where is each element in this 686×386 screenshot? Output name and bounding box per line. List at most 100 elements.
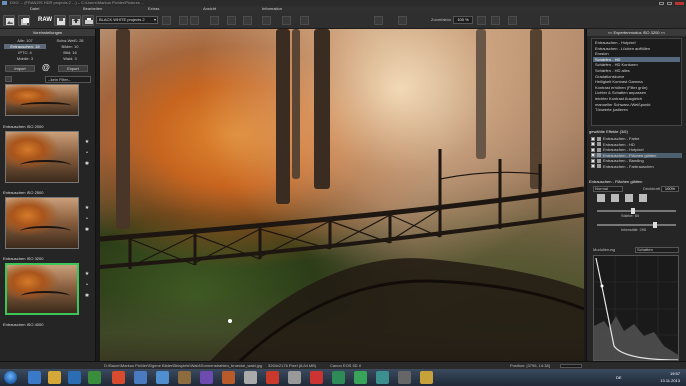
- checkbox[interactable]: [591, 142, 595, 147]
- import-button[interactable]: Import: [5, 65, 35, 72]
- raw-button[interactable]: RAW: [38, 15, 52, 26]
- maximize-icon[interactable]: [667, 1, 672, 5]
- undo-button[interactable]: [300, 16, 309, 25]
- rotate-right-button[interactable]: [262, 16, 271, 25]
- opacity-input[interactable]: 100%: [661, 186, 679, 192]
- app-icon[interactable]: [178, 371, 191, 384]
- excel-icon[interactable]: [332, 371, 345, 384]
- expert-mode-header[interactable]: << Expertenmodus ISO 3200 <<: [587, 29, 686, 36]
- open-bracket-button[interactable]: [18, 15, 30, 26]
- preset-item[interactable]: Entrauschen ISO 2000 ★ • ✱: [0, 124, 95, 190]
- eraser-icon[interactable]: [625, 194, 633, 202]
- app-icon[interactable]: [222, 371, 235, 384]
- category-all[interactable]: Alle: 107: [4, 38, 46, 43]
- minimize-icon[interactable]: [659, 1, 664, 5]
- app-icon[interactable]: [288, 371, 301, 384]
- export-presets-button[interactable]: Export: [58, 65, 88, 72]
- start-button[interactable]: [4, 371, 17, 384]
- brush-icon[interactable]: [611, 194, 619, 202]
- app-icon[interactable]: [244, 371, 257, 384]
- modulation-curve[interactable]: [593, 255, 679, 361]
- info-icon[interactable]: •: [86, 283, 88, 288]
- open-image-button[interactable]: [3, 15, 15, 26]
- category-iptc[interactable]: IPTC: 4: [4, 50, 46, 55]
- chrome-icon[interactable]: [112, 371, 125, 384]
- intensity-slider[interactable]: Intensität: 295: [591, 219, 682, 233]
- app-icon[interactable]: [200, 371, 213, 384]
- mask-icon[interactable]: [597, 194, 605, 202]
- language-indicator[interactable]: DE: [616, 375, 622, 380]
- checkbox[interactable]: [591, 136, 595, 141]
- checkbox[interactable]: [591, 153, 595, 158]
- preset-thumbnail[interactable]: [5, 84, 79, 116]
- category-images[interactable]: Bilder: 10: [49, 44, 91, 49]
- histogram-button[interactable]: [227, 16, 236, 25]
- zoom-out-button[interactable]: [491, 16, 500, 25]
- app-icon[interactable]: [156, 371, 169, 384]
- add-preset-button[interactable]: [162, 16, 171, 25]
- main-image-canvas[interactable]: [100, 29, 584, 361]
- close-icon[interactable]: [675, 1, 684, 5]
- reset-icon[interactable]: [639, 194, 647, 202]
- slider-handle[interactable]: [653, 222, 657, 228]
- filter-dropdown[interactable]: --kein Filter--: [45, 76, 91, 83]
- checkbox[interactable]: [591, 164, 595, 169]
- clock[interactable]: 19:57 13.11.2013: [660, 370, 680, 384]
- checkbox[interactable]: [591, 158, 595, 163]
- list-item[interactable]: Tönwerte justieren: [593, 107, 680, 113]
- star-icon[interactable]: ★: [85, 272, 89, 277]
- zoom-in-button[interactable]: [477, 16, 486, 25]
- effect-list[interactable]: Entrauschen - Hotpixel Entrauschen - Lüc…: [591, 38, 682, 126]
- category-mobile[interactable]: Mobile: 3: [4, 56, 46, 61]
- app-icon[interactable]: [398, 371, 411, 384]
- strength-slider[interactable]: Stärke: 80: [591, 205, 682, 219]
- preset-item-selected[interactable]: Entrauschen ISO 3200 ★ • ✱: [0, 256, 95, 322]
- zoom-input[interactable]: 100 %: [453, 16, 473, 24]
- star-icon[interactable]: ★: [85, 140, 89, 145]
- category-image[interactable]: Bild: 16: [49, 50, 91, 55]
- flip-button[interactable]: [282, 16, 291, 25]
- checkbox[interactable]: [591, 147, 595, 152]
- save-button[interactable]: [54, 15, 66, 26]
- category-forest[interactable]: Wald: 3: [49, 56, 91, 61]
- app-icon[interactable]: [420, 371, 433, 384]
- preset-thumbnail[interactable]: [5, 197, 79, 249]
- app-icon[interactable]: [266, 371, 279, 384]
- fullscreen-button[interactable]: [540, 16, 549, 25]
- ie-icon[interactable]: [28, 371, 41, 384]
- effect-row[interactable]: Entrauschen - Farbrauschen: [591, 164, 682, 170]
- gear-icon[interactable]: ✱: [85, 162, 89, 167]
- rotate-left-button[interactable]: [243, 16, 252, 25]
- media-player-icon[interactable]: [68, 371, 81, 384]
- preset-dropdown[interactable]: BLACK WHITE projects 2 ▾: [96, 16, 158, 24]
- preset-thumbnail[interactable]: [5, 263, 79, 315]
- preset-item[interactable]: Entrauschen ISO 2500 ★ • ✱: [0, 190, 95, 256]
- word-icon[interactable]: [134, 371, 147, 384]
- print-button[interactable]: [82, 15, 94, 26]
- preset-thumbnail[interactable]: [5, 131, 79, 183]
- app-icon[interactable]: [354, 371, 367, 384]
- filter-toggle[interactable]: [5, 76, 12, 82]
- app-icon[interactable]: [376, 371, 389, 384]
- explorer-icon[interactable]: [48, 371, 61, 384]
- zoom-tool-button[interactable]: [398, 16, 407, 25]
- preset-item[interactable]: [0, 84, 95, 124]
- compare-button[interactable]: [179, 16, 188, 25]
- info-icon[interactable]: •: [86, 217, 88, 222]
- category-bw[interactable]: Schw-Weiß: 28: [49, 38, 91, 43]
- blend-mode-dropdown[interactable]: Normal: [593, 186, 623, 192]
- split-view-button[interactable]: [190, 16, 199, 25]
- gear-icon[interactable]: ✱: [85, 228, 89, 233]
- app-icon[interactable]: [88, 371, 101, 384]
- category-denoise[interactable]: Entrauschen: 18: [4, 44, 46, 49]
- fit-window-button[interactable]: [508, 16, 517, 25]
- crop-button[interactable]: [210, 16, 219, 25]
- info-icon[interactable]: •: [86, 151, 88, 156]
- modulation-dropdown[interactable]: Schatten: [635, 247, 679, 253]
- export-button[interactable]: [69, 15, 81, 26]
- pdf-icon[interactable]: [310, 371, 323, 384]
- at-icon[interactable]: @: [42, 63, 50, 72]
- hand-tool-button[interactable]: [374, 16, 383, 25]
- gear-icon[interactable]: ✱: [85, 294, 89, 299]
- star-icon[interactable]: ★: [85, 206, 89, 211]
